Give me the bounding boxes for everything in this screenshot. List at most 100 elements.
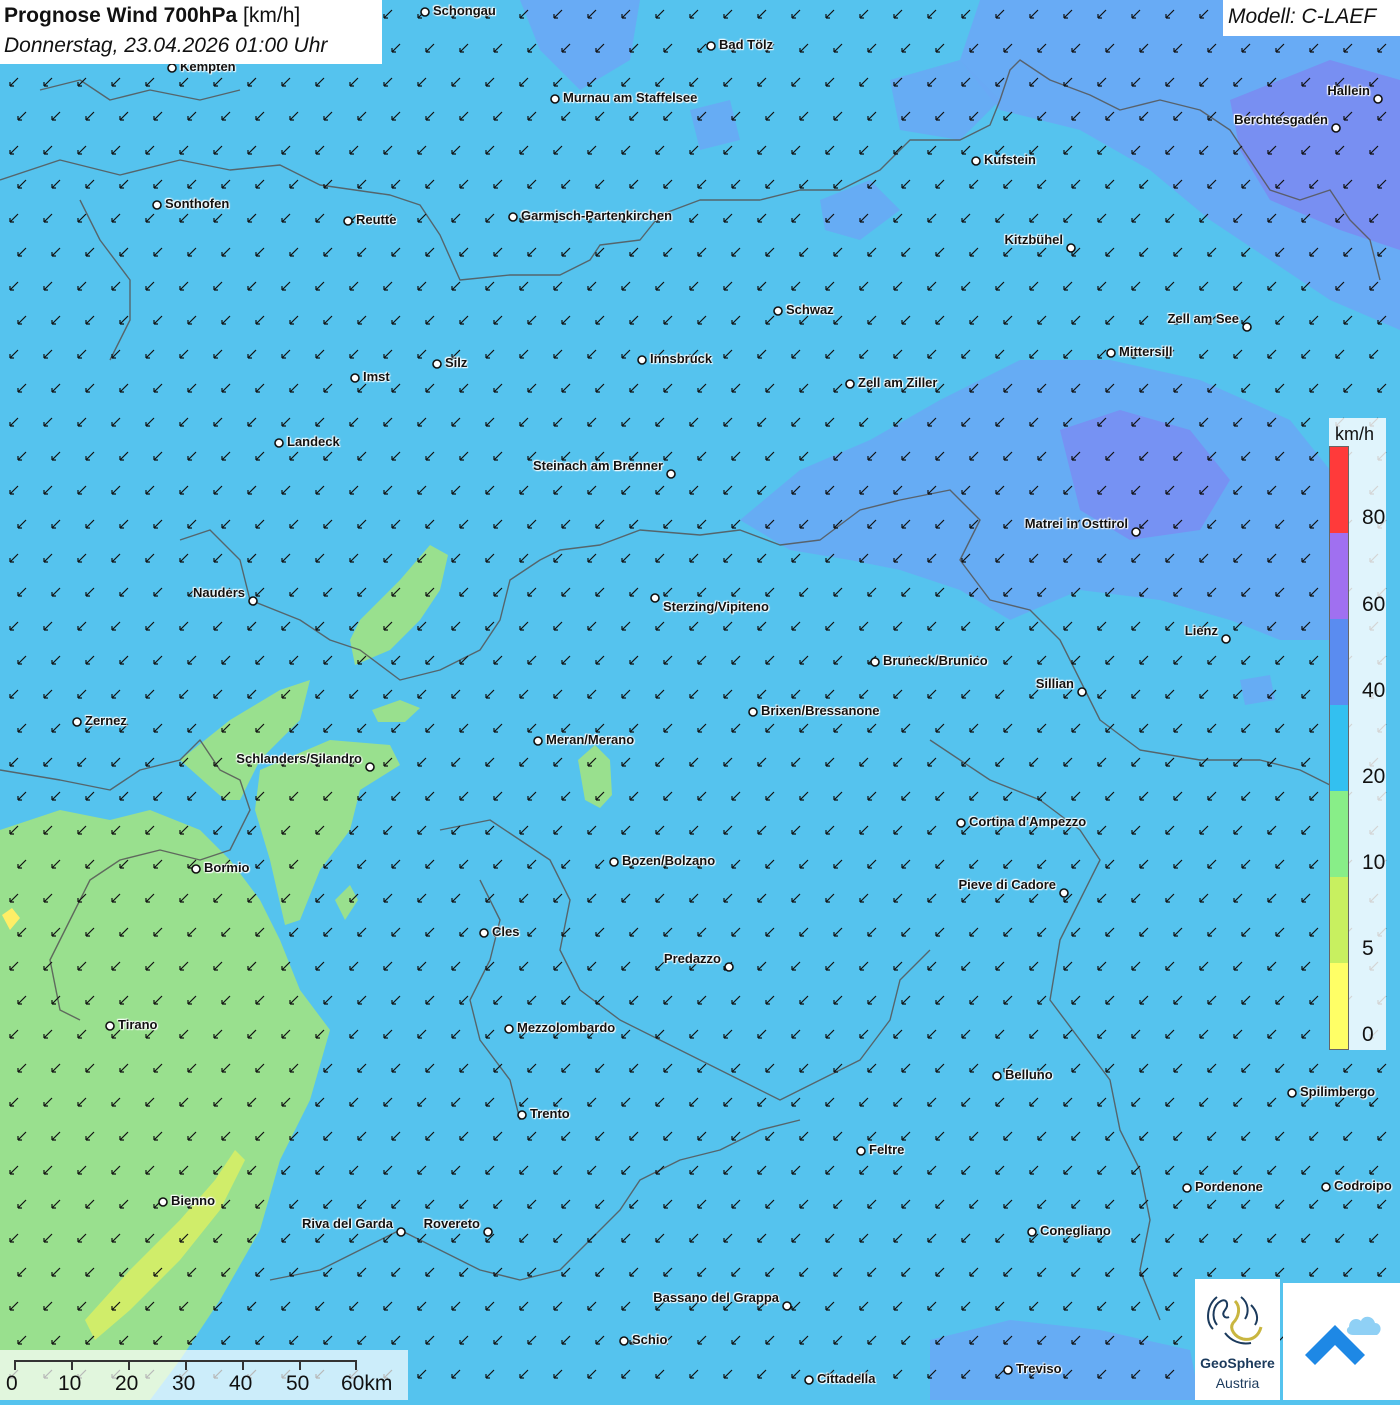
city-marker	[1242, 322, 1252, 332]
city-label: Feltre	[869, 1142, 905, 1157]
city-label: Zell am Ziller	[858, 375, 938, 390]
legend-tick-80: 80	[1362, 506, 1386, 529]
city-label: Kufstein	[984, 152, 1036, 167]
scale-tick-30	[185, 1360, 187, 1370]
color-legend: km/h 80 60 40 20 10 5 0	[1329, 418, 1386, 1050]
app-logo[interactable]	[1283, 1283, 1400, 1400]
city-label: Mezzolombardo	[517, 1020, 616, 1035]
map-title-unit: [km/h]	[237, 4, 301, 27]
map-title-main: Prognose Wind 700hPa	[4, 4, 238, 27]
city-label: Tirano	[118, 1017, 158, 1032]
city-label: Landeck	[287, 434, 340, 449]
legend-tick-10: 10	[1362, 851, 1386, 874]
title-panel: Prognose Wind 700hPa [km/h] Donnerstag, …	[0, 0, 382, 64]
legend-seg-5	[1330, 877, 1348, 963]
city-marker	[724, 962, 734, 972]
city-marker	[1077, 687, 1087, 697]
city-label: Innsbruck	[650, 351, 713, 366]
city-label: Predazzo	[663, 951, 721, 966]
city-label: Pieve di Cadore	[958, 877, 1056, 892]
scale-tick-60	[355, 1360, 357, 1370]
mountain-cloud-icon	[1305, 1316, 1381, 1365]
city-label: Conegliano	[1040, 1223, 1111, 1238]
city-marker	[1331, 123, 1341, 133]
city-label: Schio	[632, 1332, 668, 1347]
city-label: Nauders	[192, 585, 245, 600]
forecast-datetime: Donnerstag, 23.04.2026 01:00 Uhr	[4, 34, 328, 57]
city-marker	[666, 469, 676, 479]
legend-tick-20: 20	[1362, 765, 1386, 788]
city-label: Sterzing/Vipiteno	[663, 599, 769, 614]
model-panel: Modell: C-LAEF	[1223, 0, 1400, 36]
city-marker	[517, 1110, 527, 1120]
legend-seg-10	[1330, 791, 1348, 877]
city-label: Berchtesgaden	[1234, 112, 1328, 127]
logo-text-austria: Austria	[1215, 1375, 1260, 1391]
city-label: Treviso	[1016, 1361, 1062, 1376]
city-label: Cortina d'Ampezzo	[969, 814, 1087, 829]
legend-colorbar	[1329, 446, 1349, 1050]
city-marker	[343, 216, 353, 226]
city-marker	[619, 1336, 629, 1346]
city-label: Kitzbühel	[1004, 232, 1064, 247]
city-label: Rovereto	[423, 1216, 480, 1231]
city-marker	[1066, 243, 1076, 253]
city-label: Matrei in Osttirol	[1024, 516, 1128, 531]
geosphere-logo[interactable]: GeoSphere Austria	[1195, 1279, 1280, 1400]
legend-seg-80	[1330, 447, 1348, 533]
map-title: Prognose Wind 700hPa [km/h]	[4, 4, 300, 28]
city-label: Zell am See	[1167, 311, 1239, 326]
city-marker	[504, 1024, 514, 1034]
scale-label-40: 40	[229, 1372, 253, 1395]
legend-seg-40	[1330, 619, 1348, 705]
city-marker	[479, 928, 489, 938]
scale-label-50: 50	[286, 1372, 310, 1395]
city-label: Hallein	[1327, 83, 1370, 98]
city-marker	[508, 212, 518, 222]
city-label: Schongau	[433, 3, 496, 18]
city-marker	[483, 1227, 493, 1237]
city-label: Bruneck/Brunico	[883, 653, 988, 668]
city-marker	[350, 373, 360, 383]
scale-label-20: 20	[115, 1372, 139, 1395]
city-label: Brixen/Bressanone	[761, 703, 880, 718]
city-marker	[1321, 1182, 1331, 1192]
city-marker	[550, 94, 560, 104]
city-label: Bassano del Grappa	[653, 1290, 779, 1305]
legend-seg-60	[1330, 533, 1348, 619]
scale-label-10: 10	[58, 1372, 82, 1395]
city-marker	[420, 7, 430, 17]
city-marker	[365, 762, 375, 772]
city-marker	[1027, 1227, 1037, 1237]
city-marker	[1182, 1183, 1192, 1193]
city-label: Garmisch-Partenkirchen	[521, 208, 673, 223]
scale-tick-50	[299, 1360, 301, 1370]
city-marker	[105, 1021, 115, 1031]
scale-bar: 0 10 20 30 40 50 60km	[0, 1350, 408, 1400]
city-label: Bienno	[171, 1193, 216, 1208]
band-40-small-4	[1240, 675, 1275, 705]
city-marker	[396, 1227, 406, 1237]
city-label: Sillian	[1035, 676, 1074, 691]
legend-seg-20	[1330, 705, 1348, 791]
city-marker	[1131, 527, 1141, 537]
city-label: Steinach am Brenner	[532, 458, 663, 473]
city-marker	[432, 359, 442, 369]
legend-tick-60: 60	[1362, 593, 1386, 616]
scale-label-0: 0	[6, 1372, 18, 1395]
city-marker	[650, 593, 660, 603]
city-marker	[158, 1197, 168, 1207]
city-marker	[533, 736, 543, 746]
city-label: Bad Tölz	[719, 37, 774, 52]
city-label: Bozen/Bolzano	[622, 853, 716, 868]
geosphere-logo-icon	[1207, 1296, 1263, 1345]
city-marker	[274, 438, 284, 448]
city-marker	[706, 41, 716, 51]
city-marker	[1059, 888, 1069, 898]
city-marker	[1221, 634, 1231, 644]
scale-tick-20	[128, 1360, 130, 1370]
legend-tick-5: 5	[1362, 937, 1374, 960]
legend-tick-40: 40	[1362, 679, 1386, 702]
city-marker	[856, 1146, 866, 1156]
city-marker	[152, 200, 162, 210]
